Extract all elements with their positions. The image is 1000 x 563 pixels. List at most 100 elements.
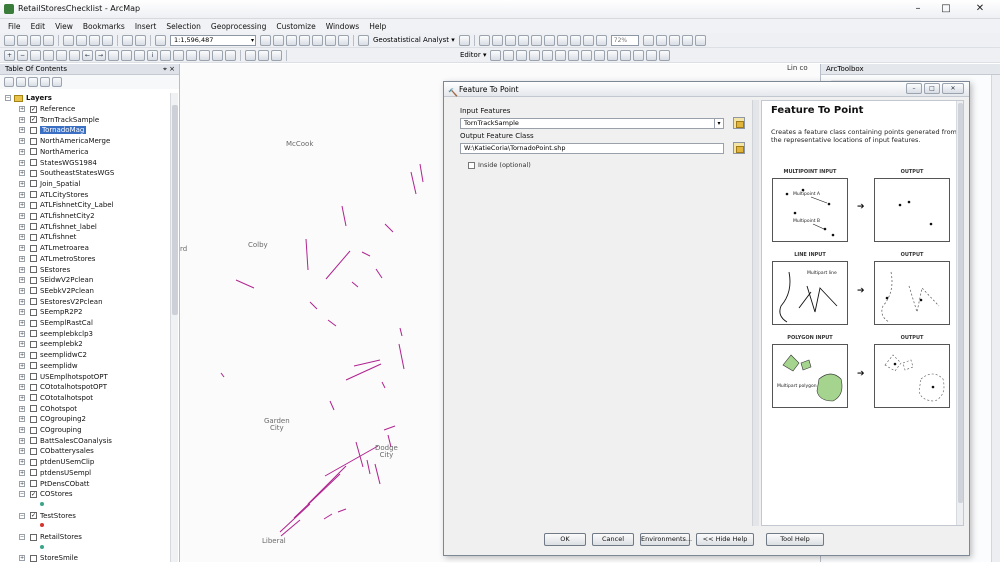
close-button[interactable]: ✕ <box>960 0 1000 19</box>
layer-visibility-checkbox[interactable] <box>30 212 37 220</box>
list-by-selection-icon[interactable] <box>40 77 50 87</box>
expand-icon[interactable]: + <box>19 223 25 230</box>
geostat-wizard-icon[interactable] <box>458 34 470 46</box>
layer-item[interactable]: + ATLfishnet_label <box>19 222 97 232</box>
menu-view[interactable]: View <box>55 22 73 31</box>
map-scale-input[interactable]: 1:1,596,487 ▾ <box>170 34 256 46</box>
measure-icon[interactable] <box>173 49 184 61</box>
layer-item[interactable]: + COtotalhotspotOPT <box>19 382 107 392</box>
collapse-icon[interactable]: − <box>5 95 11 101</box>
layout-icon-4[interactable] <box>681 34 693 46</box>
expand-icon[interactable]: + <box>19 459 25 466</box>
forward-icon[interactable]: → <box>95 49 106 61</box>
georef-icon-8[interactable] <box>569 34 581 46</box>
expand-icon[interactable]: + <box>19 191 25 198</box>
toc-scroll-thumb[interactable] <box>172 105 178 315</box>
zoom-out-icon[interactable]: − <box>17 49 28 61</box>
layout-icon-3[interactable] <box>668 34 680 46</box>
layer-visibility-checkbox[interactable] <box>30 180 37 188</box>
rotate-icon[interactable] <box>620 49 632 61</box>
layer-item[interactable]: + ATLCityStores <box>19 190 88 200</box>
zoom-percent-input[interactable]: 72% <box>610 34 639 46</box>
layer-item[interactable]: + USEmplhotspotOPT <box>19 372 108 382</box>
expand-icon[interactable]: + <box>19 416 25 423</box>
inside-option[interactable]: Inside (optional) <box>468 161 531 169</box>
georef-icon-2[interactable] <box>491 34 503 46</box>
layer-visibility-checkbox[interactable] <box>30 554 37 562</box>
layer-visibility-checkbox[interactable]: ✓ <box>30 490 37 498</box>
geostatistical-analyst-menu[interactable]: Geostatistical Analyst ▾ <box>373 36 455 44</box>
layer-visibility-checkbox[interactable] <box>30 394 37 402</box>
layer-visibility-checkbox[interactable] <box>30 223 37 231</box>
expand-icon[interactable]: + <box>19 448 25 455</box>
fixed-zoom-out-icon[interactable] <box>69 49 80 61</box>
zoom-in-icon[interactable]: + <box>4 49 15 61</box>
layer-item[interactable]: + CObatterysales <box>19 446 94 456</box>
menu-help[interactable]: Help <box>369 22 386 31</box>
expand-icon[interactable]: + <box>19 116 25 123</box>
full-extent-icon[interactable] <box>43 49 54 61</box>
layers-root[interactable]: − Layers <box>5 93 52 103</box>
attributes-icon[interactable] <box>633 49 645 61</box>
arctoolbox-scrollbar[interactable] <box>991 75 1000 562</box>
geostat-icon[interactable] <box>358 34 369 46</box>
menu-customize[interactable]: Customize <box>276 22 315 31</box>
layer-item[interactable]: + seemplebkclp3 <box>19 329 93 339</box>
collapse-icon[interactable]: − <box>19 491 25 498</box>
layer-visibility-checkbox[interactable] <box>30 447 37 455</box>
expand-icon[interactable]: + <box>19 234 25 241</box>
layer-visibility-checkbox[interactable] <box>30 373 37 380</box>
table-of-contents-icon[interactable] <box>273 34 284 46</box>
layer-item[interactable]: + PtDensCObatt <box>19 479 89 489</box>
create-features-icon[interactable] <box>659 49 671 61</box>
help-scroll-thumb[interactable] <box>958 103 963 503</box>
georef-icon-10[interactable] <box>595 34 607 46</box>
expand-icon[interactable]: + <box>19 180 25 187</box>
georef-icon-6[interactable] <box>543 34 555 46</box>
editor-toolbar-icon[interactable] <box>260 34 271 46</box>
expand-icon[interactable]: + <box>19 287 25 294</box>
georef-icon-9[interactable] <box>582 34 594 46</box>
layer-item[interactable]: + SoutheastStatesWGS <box>19 168 114 178</box>
delete-icon[interactable] <box>102 34 113 46</box>
layer-visibility-checkbox[interactable] <box>30 298 37 306</box>
expand-icon[interactable]: + <box>19 405 25 412</box>
layer-visibility-checkbox[interactable] <box>30 458 37 466</box>
expand-icon[interactable]: + <box>19 138 25 145</box>
expand-icon[interactable]: + <box>19 394 25 401</box>
search-window-icon[interactable] <box>299 34 310 46</box>
layer-item[interactable]: + ATLFishnetCity_Label <box>19 200 114 210</box>
draw-icon-2[interactable] <box>258 49 269 61</box>
end-point-arc-icon[interactable] <box>529 49 541 61</box>
modelbuilder-icon[interactable] <box>338 34 349 46</box>
ok-button[interactable]: OK <box>544 533 586 546</box>
draw-icon-3[interactable] <box>271 49 282 61</box>
edit-vertices-icon[interactable] <box>568 49 580 61</box>
dialog-close-button[interactable]: ✕ <box>942 83 964 94</box>
expand-icon[interactable]: + <box>19 352 25 359</box>
list-by-drawing-order-icon[interactable] <box>4 77 14 87</box>
menu-edit[interactable]: Edit <box>31 22 46 31</box>
create-viewer-icon[interactable] <box>225 49 236 61</box>
layer-item[interactable]: + SEempR2P2 <box>19 307 82 317</box>
maximize-button[interactable]: □ <box>932 0 960 19</box>
layer-item[interactable]: + ptdenUSemClip <box>19 457 94 467</box>
print-icon[interactable] <box>43 34 54 46</box>
expand-icon[interactable]: + <box>19 330 25 337</box>
collapse-icon[interactable]: − <box>19 512 25 519</box>
layer-item[interactable]: + TornadoMag <box>19 125 87 135</box>
layer-item[interactable]: + ATLfishnet <box>19 232 76 242</box>
layer-visibility-checkbox[interactable] <box>30 362 37 370</box>
layer-visibility-checkbox[interactable] <box>30 383 37 391</box>
expand-icon[interactable]: + <box>19 266 25 273</box>
fixed-zoom-in-icon[interactable] <box>56 49 67 61</box>
editor-menu[interactable]: Editor ▾ <box>460 51 486 59</box>
layer-item[interactable]: + ATLmetroarea <box>19 243 89 253</box>
layer-visibility-checkbox[interactable] <box>30 244 37 252</box>
toc-scrollbar[interactable] <box>170 93 178 562</box>
expand-icon[interactable]: + <box>19 555 25 562</box>
split-icon[interactable] <box>607 49 619 61</box>
layer-visibility-checkbox[interactable] <box>30 201 37 209</box>
arctoolbox-icon[interactable] <box>312 34 323 46</box>
layer-visibility-checkbox[interactable] <box>30 137 37 145</box>
